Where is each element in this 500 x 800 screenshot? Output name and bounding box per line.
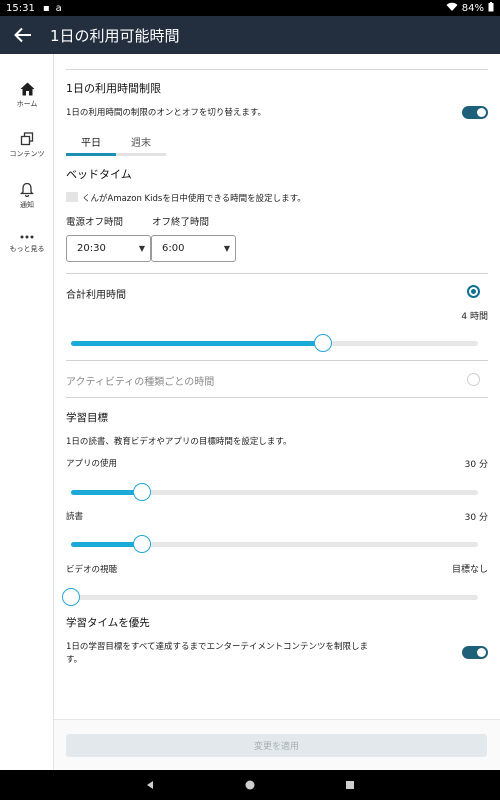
slider-thumb[interactable]	[314, 334, 333, 352]
off-end-select[interactable]: 6:00 ▼	[151, 235, 236, 262]
footer-bar: 変更を適用	[54, 719, 500, 770]
nav-back-button[interactable]	[100, 780, 200, 790]
divider	[66, 273, 488, 274]
content-icon	[20, 132, 34, 146]
apply-changes-button[interactable]: 変更を適用	[66, 734, 487, 757]
day-tabs: 平日 週末	[66, 134, 166, 156]
bell-icon	[20, 182, 34, 197]
activity-time-label: アクティビティの種類ごとの時間	[66, 377, 215, 388]
nav-label-more: もっと見る	[9, 245, 45, 253]
settings-content: 1日の利用時間制限 1日の利用時間の制限のオンとオフを切り替えます。 平日 週末…	[54, 54, 500, 719]
back-button[interactable]	[4, 16, 42, 54]
learning-priority-title: 学習タイムを優先	[66, 617, 150, 629]
video-goal-slider[interactable]	[62, 587, 478, 607]
home-icon	[20, 82, 35, 96]
nav-recents-button[interactable]	[300, 780, 400, 790]
slider-thumb[interactable]	[133, 535, 152, 553]
apps-goal-value: 30 分	[464, 460, 488, 470]
nav-item-notifications[interactable]: 通知	[0, 154, 54, 209]
more-icon	[20, 232, 34, 241]
off-end-label: オフ終了時間	[152, 217, 210, 228]
circle-home-icon	[245, 780, 255, 790]
power-off-value: 20:30	[77, 243, 106, 254]
notification-icon: ▪	[42, 2, 50, 14]
total-time-label: 合計利用時間	[66, 290, 126, 301]
side-nav: ホーム コンテンツ 通知 もっと見る	[0, 54, 54, 770]
apps-goal-slider[interactable]	[71, 482, 478, 502]
video-goal-label: ビデオの視聴	[66, 565, 118, 575]
status-bar: 15:31 ▪ a 84%	[0, 0, 500, 16]
learning-goals-title: 学習目標	[66, 412, 108, 424]
slider-fill	[71, 542, 143, 547]
activity-time-radio[interactable]	[467, 373, 480, 386]
tab-weekend[interactable]: 週末	[116, 134, 166, 156]
nav-item-content[interactable]: コンテンツ	[0, 104, 54, 158]
tab-weekday[interactable]: 平日	[66, 134, 116, 156]
battery-icon	[488, 1, 494, 15]
divider	[66, 69, 488, 70]
total-time-radio[interactable]	[467, 285, 480, 298]
apps-goal-label: アプリの使用	[66, 459, 118, 469]
nav-item-home[interactable]: ホーム	[0, 54, 54, 108]
arrow-left-icon	[14, 27, 31, 43]
slider-fill	[71, 341, 324, 346]
video-goal-value: 目標なし	[451, 565, 488, 575]
slider-thumb[interactable]	[62, 588, 80, 606]
learning-goals-description: 1日の読書、教育ビデオやアプリの目標時間を設定します。	[66, 437, 292, 447]
reading-goal-slider[interactable]	[71, 534, 478, 554]
slider-track	[71, 595, 478, 600]
status-time: 15:31	[6, 2, 35, 14]
slider-thumb[interactable]	[133, 483, 152, 501]
page-title: 1日の利用可能時間	[50, 26, 180, 45]
toggle-knob	[477, 108, 486, 117]
learning-priority-toggle[interactable]	[462, 646, 488, 659]
radio-dot	[471, 289, 476, 294]
chevron-down-icon: ▼	[138, 244, 145, 253]
nav-label-notifications: 通知	[20, 201, 34, 209]
bedtime-description: くんがAmazon Kidsを日中使用できる時間を設定します。	[82, 194, 306, 204]
amazon-icon: a	[55, 2, 62, 14]
reading-goal-value: 30 分	[464, 513, 488, 523]
daily-limit-description: 1日の利用時間の制限のオンとオフを切り替えます。	[66, 108, 267, 118]
learning-priority-description-1: 1日の学習目標をすべて達成するまでエンターテイメントコンテンツを制限しま	[66, 642, 368, 652]
total-time-value: 4 時間	[461, 312, 488, 322]
nav-label-home: ホーム	[16, 100, 38, 108]
wifi-icon	[446, 2, 458, 15]
triangle-back-icon	[147, 781, 153, 789]
chevron-down-icon: ▼	[223, 244, 230, 253]
bedtime-title: ベッドタイム	[66, 168, 132, 181]
reading-goal-label: 読書	[66, 512, 84, 522]
square-recents-icon	[346, 781, 354, 789]
divider	[66, 360, 488, 361]
system-nav-bar	[0, 770, 500, 800]
nav-home-button[interactable]	[200, 780, 300, 790]
slider-fill	[71, 490, 143, 495]
power-off-label: 電源オフ時間	[66, 217, 124, 228]
daily-limit-toggle[interactable]	[462, 106, 488, 119]
toggle-knob	[477, 648, 486, 657]
battery-level: 84%	[461, 2, 484, 14]
app-bar: 1日の利用可能時間	[0, 16, 500, 54]
nav-item-more[interactable]: もっと見る	[0, 204, 54, 254]
daily-limit-title: 1日の利用時間制限	[66, 82, 161, 95]
child-name-placeholder	[66, 192, 78, 202]
nav-label-content: コンテンツ	[9, 150, 45, 158]
learning-priority-description-2: す。	[66, 655, 83, 665]
off-end-value: 6:00	[162, 243, 185, 254]
power-off-select[interactable]: 20:30 ▼	[66, 235, 151, 262]
total-time-slider[interactable]	[71, 333, 478, 353]
divider	[66, 397, 488, 398]
